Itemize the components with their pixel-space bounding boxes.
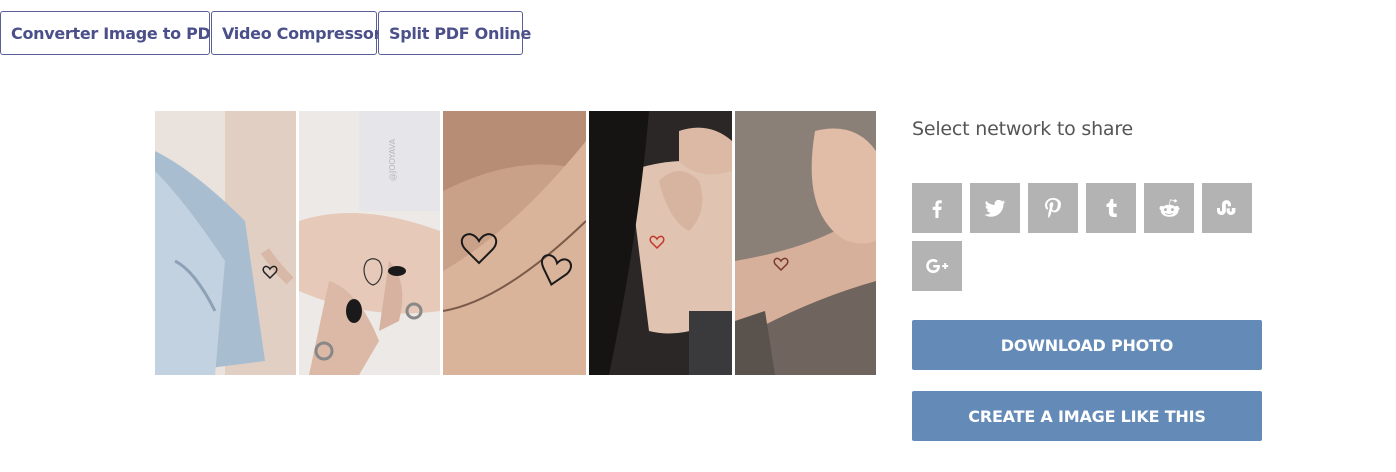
facebook-icon [932,200,942,218]
pinterest-share-button[interactable] [1028,183,1078,233]
split-pdf-online-link[interactable]: Split PDF Online [378,11,531,55]
facebook-share-button[interactable] [912,183,962,233]
video-compressor-link[interactable]: Video Compressor [211,11,381,55]
collage-photo-4 [589,111,732,375]
collage-photo-1 [155,111,296,375]
stumbleupon-icon [1217,200,1236,215]
tumblr-share-button[interactable] [1086,183,1136,233]
converter-image-to-pdf-link[interactable]: Converter Image to PDF [0,11,221,55]
twitter-share-button[interactable] [970,183,1020,233]
google-plus-icon [926,259,949,273]
collage-photo-2: @JOOYAVA [299,111,440,375]
reddit-icon [1159,199,1180,217]
reddit-share-button[interactable] [1144,183,1194,233]
create-image-like-this-button[interactable]: CREATE A IMAGE LIKE THIS [912,391,1262,441]
watermark-text: @JOOYAVA [388,138,397,181]
collage-photo-3 [443,111,586,375]
collage-photo-5 [735,111,876,375]
twitter-icon [984,199,1006,217]
share-icons [912,183,1272,291]
stumbleupon-share-button[interactable] [1202,183,1252,233]
download-photo-button[interactable]: DOWNLOAD PHOTO [912,320,1262,370]
google-plus-share-button[interactable] [912,241,962,291]
photo-collage: @JOOYAVA [155,111,879,375]
tool-links: Converter Image to PDF Video Compressor … [0,11,531,55]
tumblr-icon [1106,199,1117,217]
pinterest-icon [1045,198,1061,218]
share-title: Select network to share [912,118,1134,140]
